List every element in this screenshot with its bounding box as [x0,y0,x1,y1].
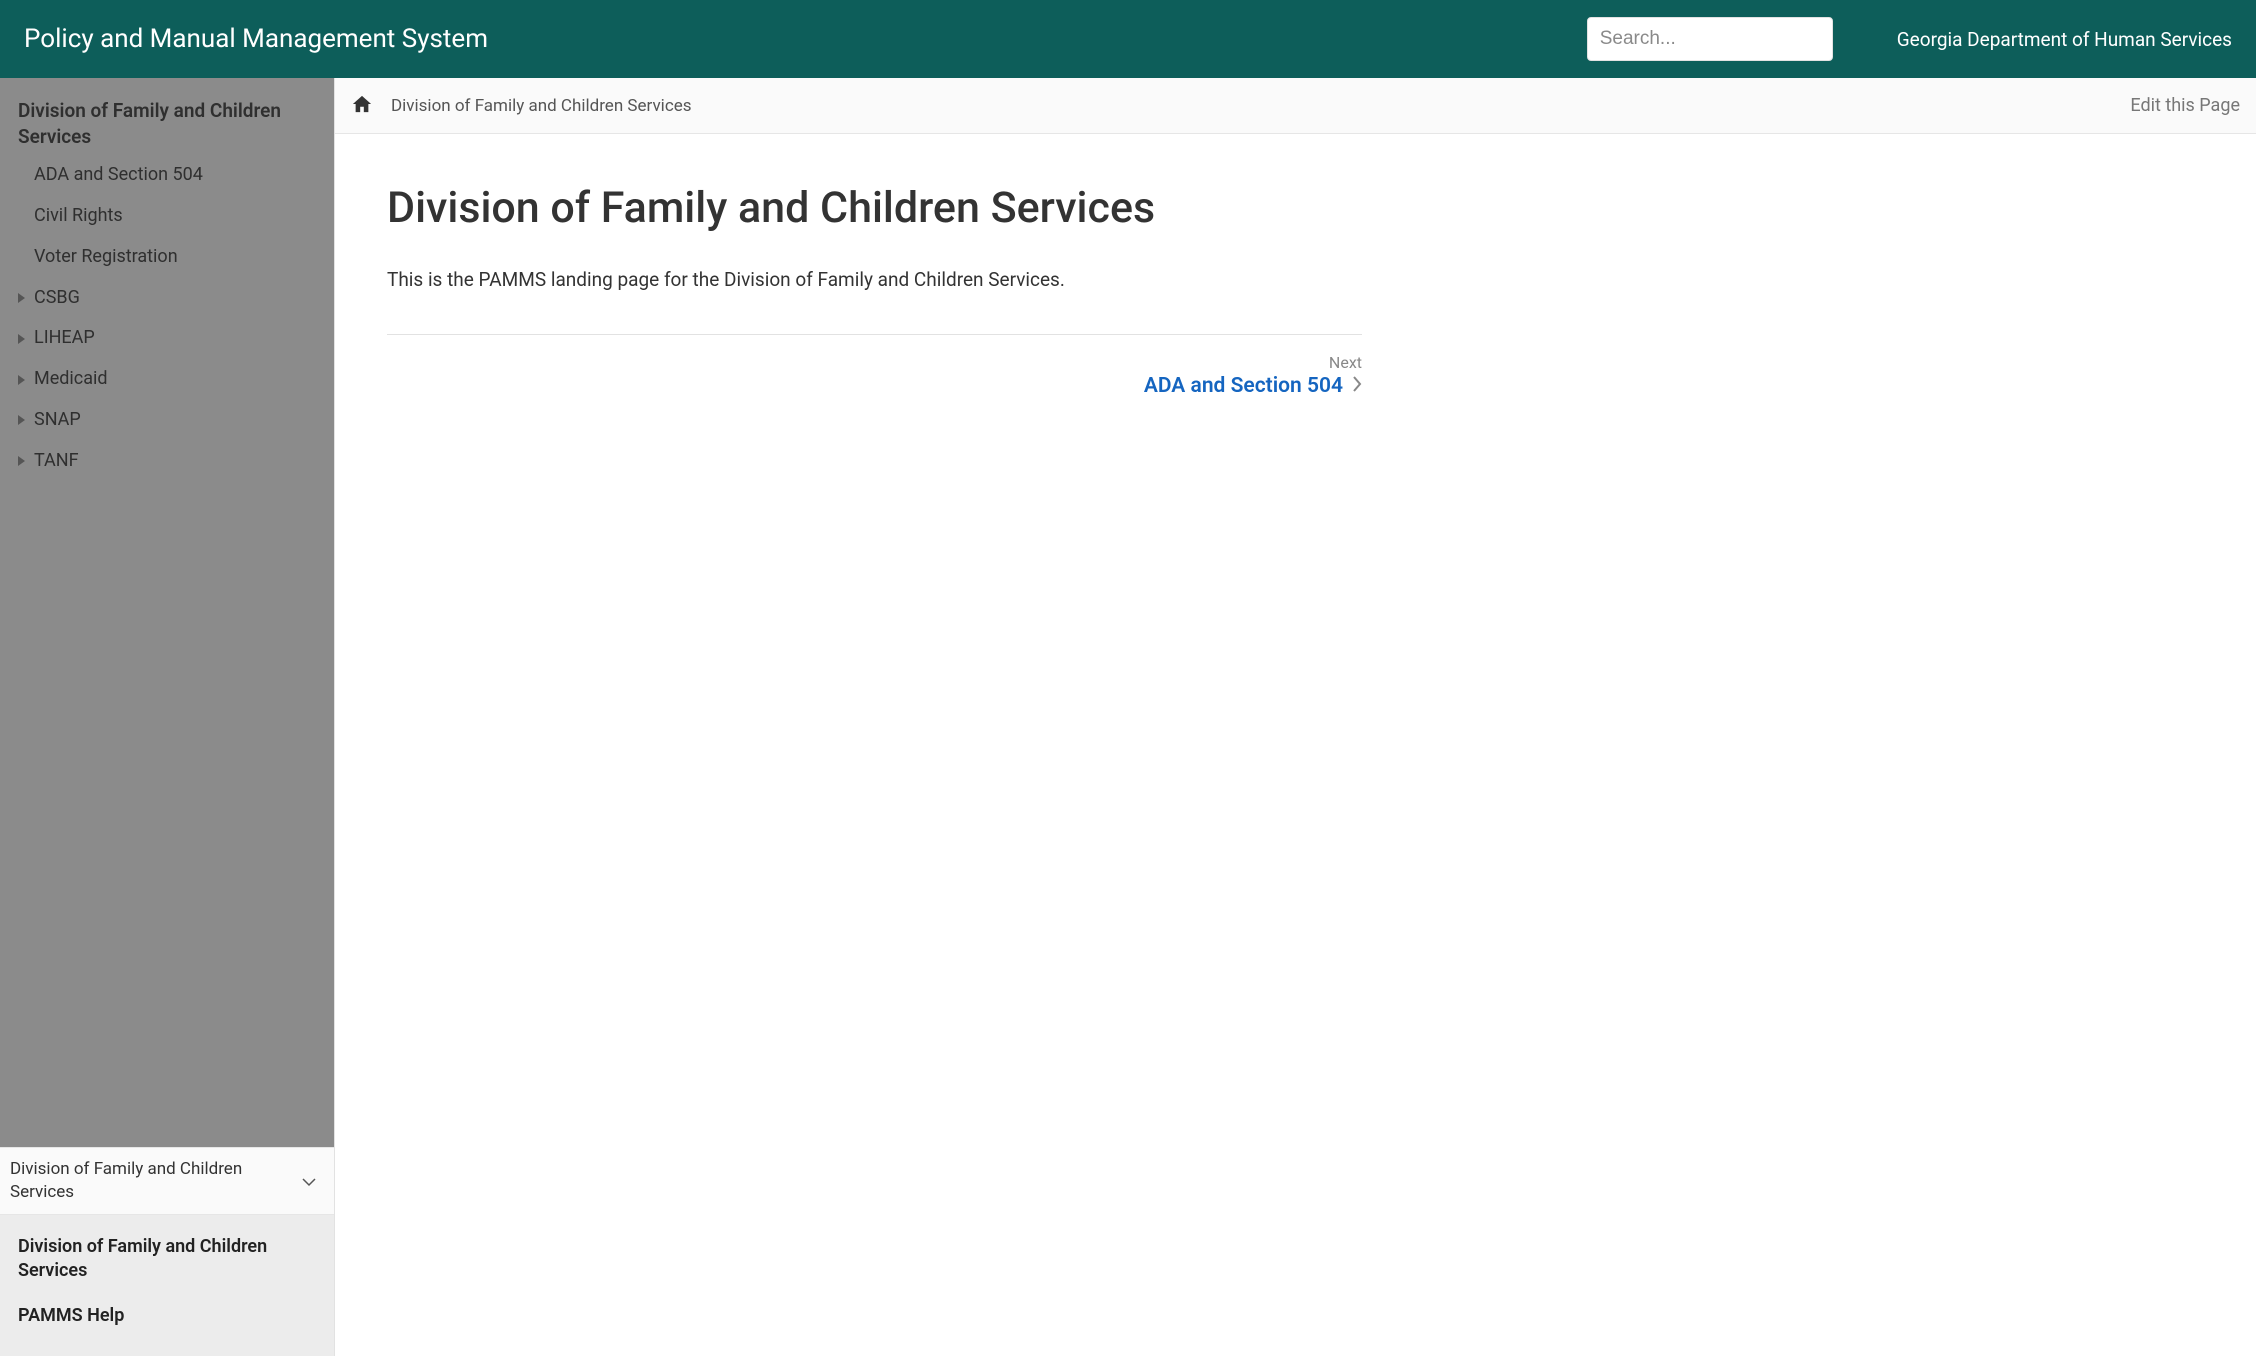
caret-right-icon [18,456,30,466]
main-area: Division of Family and Children Services… [335,78,2256,1356]
sidebar-item-label: Voter Registration [34,243,178,272]
divider [387,334,1362,335]
sidebar-bottom: Division of Family and Children Services… [0,1147,334,1356]
sidebar-item-liheap[interactable]: LIHEAP [0,318,334,359]
home-icon[interactable] [351,94,373,118]
org-name: Georgia Department of Human Services [1897,28,2232,51]
page-body: This is the PAMMS landing page for the D… [387,267,1362,294]
caret-right-icon [18,415,30,425]
caret-right-icon [18,334,30,344]
sidebar-item-label: Civil Rights [34,202,123,231]
app-title: Policy and Manual Management System [24,24,488,54]
sidebar-item-label: TANF [34,447,79,476]
caret-right-icon [18,375,30,385]
page-title: Division of Family and Children Services [387,184,1362,233]
sidebar: Division of Family and Children Services… [0,78,335,1356]
caret-right-icon [18,293,30,303]
breadcrumb-bar: Division of Family and Children Services… [335,78,2256,134]
sidebar-nav: Division of Family and Children Services… [0,78,334,1147]
content: Division of Family and Children Services… [335,134,2256,1356]
next-link-text: ADA and Section 504 [1144,374,1343,398]
sidebar-item-label: LIHEAP [34,324,95,353]
next-link-block[interactable]: Next ADA and Section 504 [1144,353,1362,398]
breadcrumb-current[interactable]: Division of Family and Children Services [391,96,2112,116]
sidebar-bottom-item-help[interactable]: PAMMS Help [0,1294,334,1338]
sidebar-item-snap[interactable]: SNAP [0,400,334,441]
sidebar-item-voter-registration[interactable]: Voter Registration [0,237,334,278]
chevron-right-icon [1353,376,1362,396]
next-nav: Next ADA and Section 504 [387,353,1362,398]
sidebar-item-tanf[interactable]: TANF [0,441,334,482]
sidebar-heading[interactable]: Division of Family and Children Services [0,92,334,155]
search-input[interactable] [1587,17,1833,61]
chevron-down-icon [302,1172,316,1191]
sidebar-item-medicaid[interactable]: Medicaid [0,359,334,400]
edit-page-link[interactable]: Edit this Page [2130,95,2240,116]
sidebar-item-label: SNAP [34,406,81,435]
sidebar-dropdown[interactable]: Division of Family and Children Services [0,1147,334,1215]
next-label: Next [1329,353,1362,372]
sidebar-dropdown-label: Division of Family and Children Services [10,1158,294,1204]
sidebar-item-label: ADA and Section 504 [34,161,203,190]
sidebar-bottom-item-division[interactable]: Division of Family and Children Services [0,1225,334,1294]
sidebar-item-civil-rights[interactable]: Civil Rights [0,196,334,237]
sidebar-item-label: CSBG [34,284,80,313]
sidebar-item-label: Medicaid [34,365,108,394]
app-header: Policy and Manual Management System Geor… [0,0,2256,78]
sidebar-item-csbg[interactable]: CSBG [0,278,334,319]
sidebar-item-ada[interactable]: ADA and Section 504 [0,155,334,196]
